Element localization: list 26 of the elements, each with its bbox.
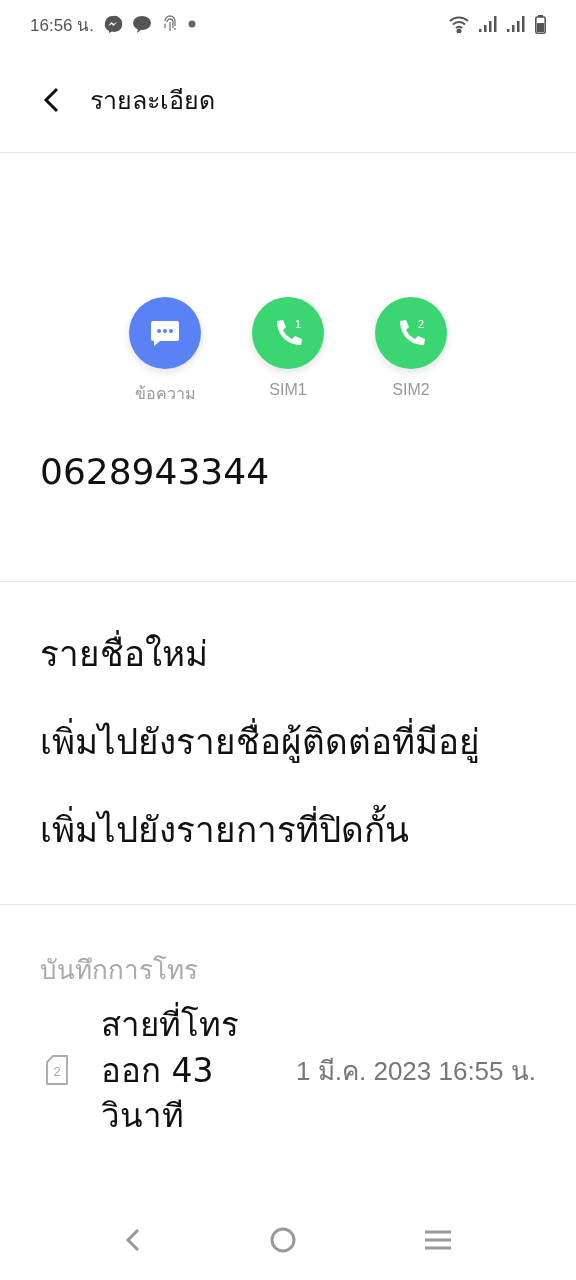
clock-time: 16:56 น. bbox=[30, 14, 94, 37]
fingerprint-icon bbox=[162, 15, 178, 33]
phone-number: 0628943344 bbox=[40, 451, 270, 492]
home-icon bbox=[269, 1226, 297, 1254]
action-label: SIM2 bbox=[392, 381, 430, 399]
messenger-icon bbox=[104, 15, 122, 33]
chat-bubble-icon bbox=[150, 319, 180, 347]
call-time: 1 มี.ค. 2023 16:55 น. bbox=[296, 1054, 536, 1088]
page-title: รายละเอียด bbox=[90, 85, 215, 117]
menu-option[interactable]: รายชื่อใหม่ bbox=[0, 610, 576, 698]
wifi-icon bbox=[449, 15, 469, 33]
dot-icon bbox=[188, 20, 196, 28]
signal-icon bbox=[507, 16, 525, 32]
battery-icon bbox=[535, 14, 546, 34]
menu-option[interactable]: เพิ่มไปยังรายการที่ปิดกั้น bbox=[0, 786, 576, 874]
signal-icon bbox=[479, 16, 497, 32]
section-heading: บันทึกการโทร bbox=[40, 954, 199, 987]
menu-icon bbox=[424, 1228, 453, 1252]
action-label: SIM1 bbox=[269, 381, 307, 399]
back-icon bbox=[123, 1227, 142, 1253]
sim-card-icon: 2 bbox=[45, 1055, 69, 1086]
action-label: ข้อความ bbox=[134, 384, 196, 404]
chat-bubble-icon bbox=[132, 15, 152, 33]
call-description: สายที่โทรออก 43 วินาที bbox=[101, 1002, 271, 1139]
menu-option[interactable]: เพิ่มไปยังรายชื่อผู้ติดต่อที่มีอยู่ bbox=[0, 698, 576, 786]
message-button[interactable] bbox=[129, 297, 201, 369]
